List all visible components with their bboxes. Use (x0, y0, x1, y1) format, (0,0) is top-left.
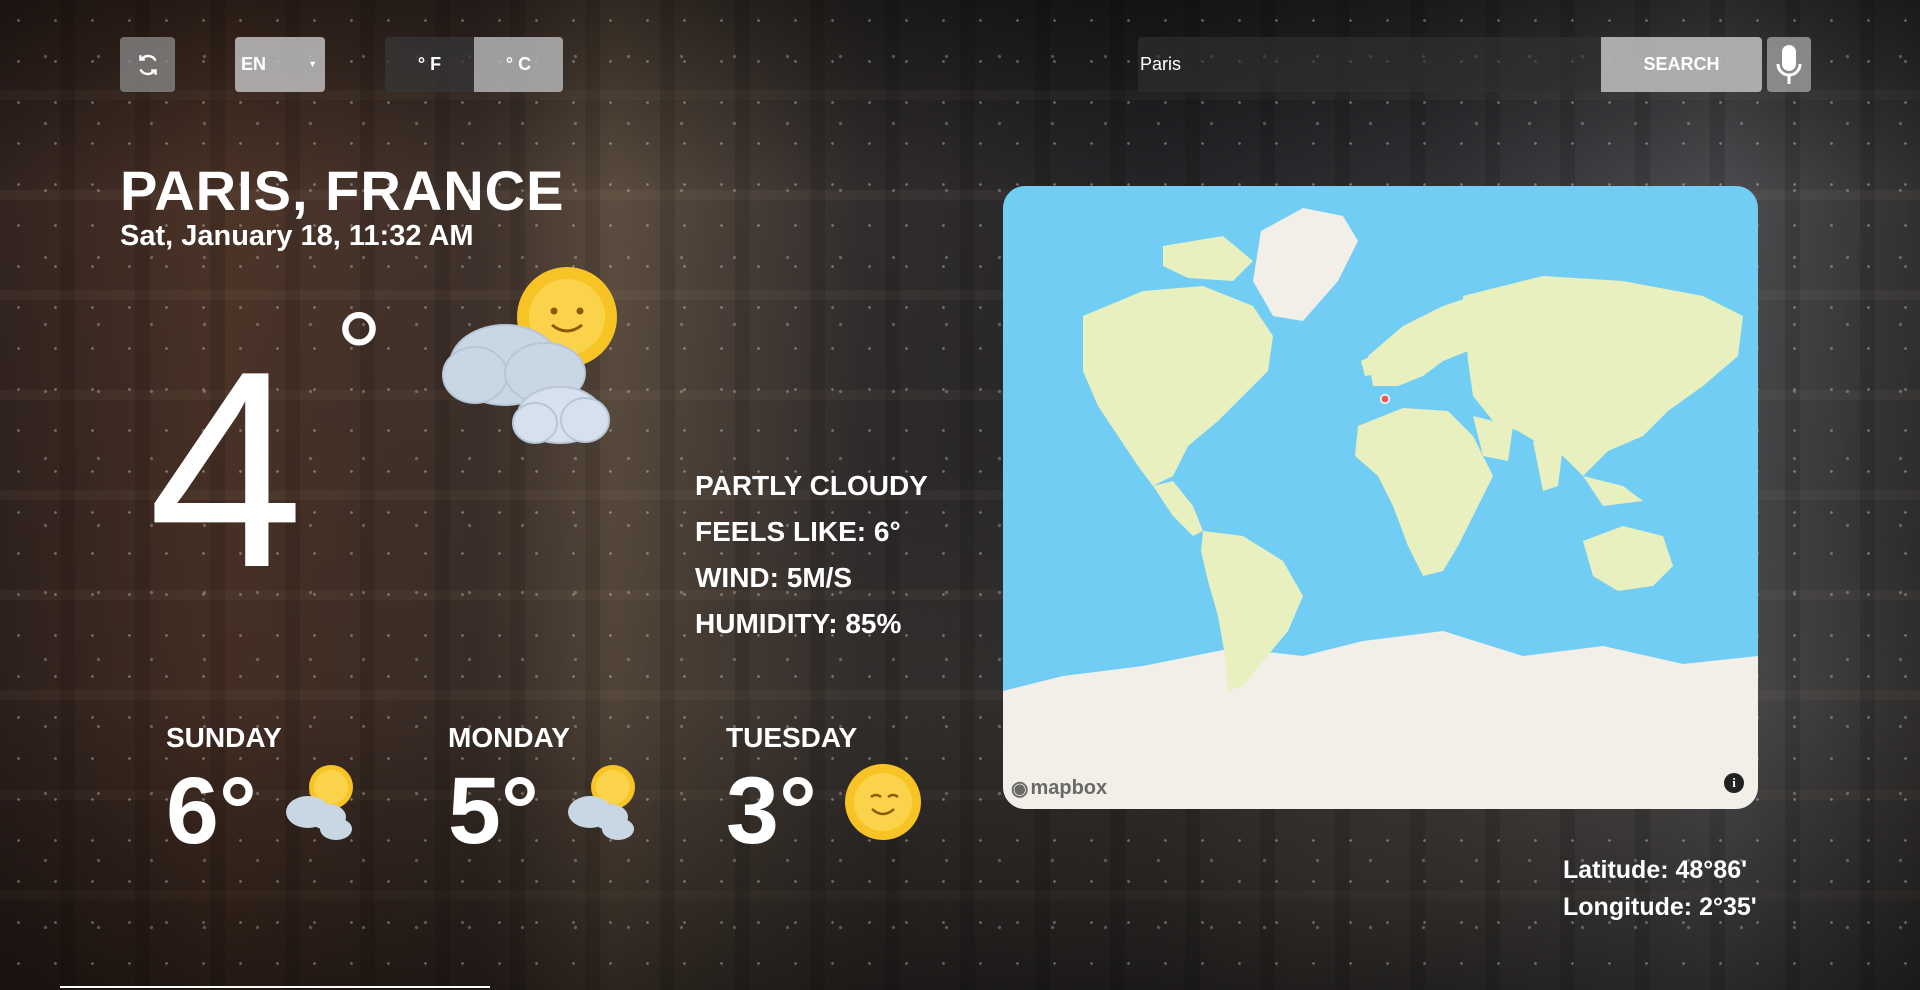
world-map (1003, 208, 1758, 809)
longitude-text: Longitude: 2°35' (1563, 893, 1757, 921)
location-map[interactable]: ◉ mapbox i (1003, 186, 1758, 809)
microphone-icon (1776, 44, 1802, 84)
refresh-icon (138, 54, 157, 75)
degree-symbol: ° (335, 288, 383, 422)
coordinates: Latitude: 48°86' Longitude: 2°35' (1563, 852, 1757, 926)
search-bar: SEARCH (1138, 37, 1762, 92)
divider (60, 986, 490, 988)
mapbox-attribution: mapbox (1030, 777, 1108, 799)
location-title: PARIS, FRANCE (120, 159, 565, 222)
info-icon[interactable]: i (1724, 773, 1744, 793)
mapbox-logo-icon: ◉ (1011, 778, 1029, 800)
feels-like-text: FEELS LIKE: 6° (695, 516, 901, 547)
celsius-button[interactable]: ° C (474, 37, 563, 92)
sunny-icon (845, 764, 921, 840)
chevron-down-icon: ▼ (308, 59, 317, 69)
language-selected: EN (241, 54, 267, 74)
mapbox-logo[interactable]: ◉ mapbox (1011, 776, 1107, 801)
unit-toggle: ° F ° C (385, 37, 563, 92)
condition-text: PARTLY CLOUDY (695, 470, 928, 501)
partly-cloudy-icon (286, 765, 353, 840)
language-select[interactable]: EN ▼ (235, 37, 325, 92)
latitude-text: Latitude: 48°86' (1563, 856, 1748, 884)
forecast-day: MONDAY 5° (448, 722, 635, 859)
forecast-day: SUNDAY 6° (166, 722, 353, 859)
refresh-background-button[interactable] (120, 37, 175, 92)
search-input[interactable] (1138, 37, 1601, 92)
wind-text: WIND: 5M/S (695, 562, 853, 593)
forecast-day: TUESDAY 3° (726, 722, 921, 859)
current-datetime: Sat, January 18, 11:32 AM (120, 220, 474, 252)
current-temperature: 4 (148, 314, 304, 626)
location-marker (1381, 395, 1389, 403)
fahrenheit-button[interactable]: ° F (385, 37, 474, 92)
forecast-day-label: MONDAY (448, 722, 570, 753)
forecast-temperature: 3° (726, 758, 817, 864)
partly-cloudy-icon (568, 765, 635, 840)
forecast-day-label: SUNDAY (166, 722, 282, 753)
humidity-text: HUMIDITY: 85% (695, 608, 902, 639)
partly-cloudy-icon (442, 267, 617, 444)
forecast-temperature: 6° (166, 758, 257, 864)
search-button[interactable]: SEARCH (1601, 37, 1762, 92)
forecast-temperature: 5° (448, 758, 539, 864)
forecast-day-label: TUESDAY (726, 722, 858, 753)
voice-search-button[interactable] (1767, 37, 1811, 92)
weather-details: PARTLY CLOUDY FEELS LIKE: 6° WIND: 5M/S … (695, 463, 928, 647)
